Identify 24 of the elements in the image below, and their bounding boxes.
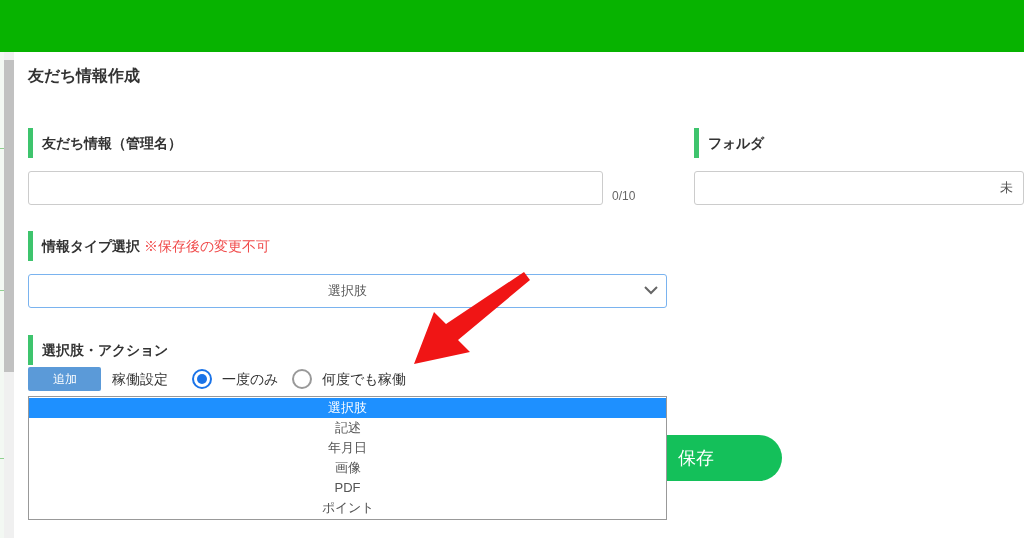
scrollbar[interactable]	[4, 52, 14, 538]
page-title: 友だち情報作成	[28, 66, 141, 86]
operation-label: 稼働設定	[112, 369, 168, 389]
section-label: フォルダ	[708, 133, 764, 153]
folder-field[interactable]: 未	[694, 171, 1024, 205]
section-label: 友だち情報（管理名）	[42, 133, 182, 153]
text-field[interactable]	[28, 171, 603, 205]
character-counter: 0/10	[612, 188, 636, 205]
dropdown-option[interactable]: 記述	[29, 418, 666, 438]
accent-bar	[28, 128, 33, 158]
radio-button[interactable]	[192, 369, 212, 389]
dropdown-option[interactable]: ポイント	[29, 498, 666, 518]
section-label: 選択肢・アクション	[42, 340, 168, 360]
chevron-down-icon	[644, 286, 658, 295]
accent-bar	[28, 335, 33, 365]
accent-bar	[28, 231, 33, 261]
radio-button[interactable]	[292, 369, 312, 389]
accent-bar	[694, 128, 699, 158]
radio-label: 何度でも稼働	[322, 369, 406, 389]
radio-label: 一度のみ	[222, 369, 278, 389]
type-select[interactable]: 選択肢	[28, 274, 667, 308]
section-label: 情報タイプ選択	[42, 236, 140, 256]
warning-note: ※保存後の変更不可	[144, 236, 270, 256]
dropdown-option[interactable]: PDF	[29, 478, 666, 498]
